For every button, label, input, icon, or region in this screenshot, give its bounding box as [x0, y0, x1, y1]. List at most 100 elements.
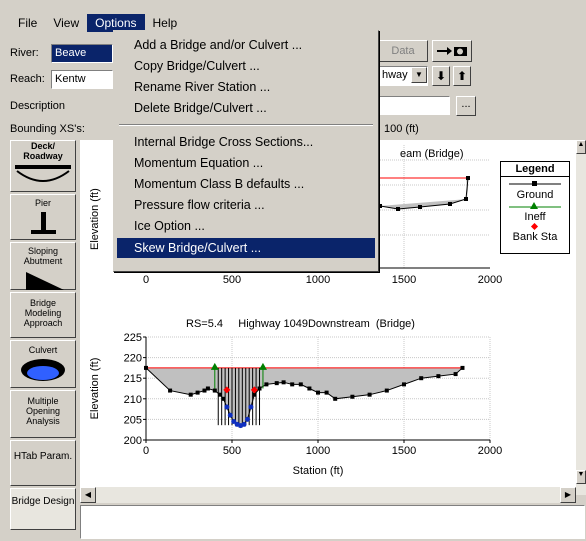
ground-point — [274, 381, 279, 386]
cross-section-chart: 0 500 1000 1500 2000 200 205 210 215 220 225 RS=5.4… — [89, 318, 502, 477]
ground-point — [298, 382, 303, 387]
scroll-up-icon[interactable]: ▲ — [576, 140, 586, 154]
menu-item-add-bridge[interactable]: Add a Bridge and/or Culvert ... — [117, 35, 375, 55]
menu-item-delete-bridge[interactable]: Delete Bridge/Culvert ... — [117, 98, 375, 118]
legend-ground: Ground — [516, 189, 554, 201]
bounding-label: Bounding XS's: — [10, 123, 85, 135]
dropdown-arrow-icon[interactable]: ▼ — [411, 67, 427, 83]
scroll-left-icon[interactable]: ◀ — [80, 487, 96, 503]
ground-point — [419, 376, 424, 381]
menu-item-ice-option[interactable]: Ice Option ... — [117, 216, 375, 236]
ground-point — [316, 390, 320, 395]
x-tick-label: 2000 — [478, 445, 502, 457]
reach-field[interactable]: Kentw — [51, 70, 113, 89]
ground-point — [195, 390, 200, 395]
channel-point — [224, 404, 230, 410]
ground-point — [281, 380, 286, 385]
deck-icon — [15, 165, 71, 182]
pier-button[interactable]: Pier — [10, 194, 76, 240]
arrow-down-icon: ⬇ — [435, 69, 447, 83]
chart-title: RS=5.4 Highway 1049Downstream (Bridge) — [186, 318, 415, 330]
menu-item-rename-station[interactable]: Rename River Station ... — [117, 77, 375, 97]
river-label: River: — [10, 47, 39, 59]
description-label: Description — [10, 100, 66, 112]
top-xtick-1000: 1000 — [306, 274, 330, 286]
reach-dropdown[interactable]: hway ▼ — [378, 66, 428, 86]
scroll-right-icon[interactable]: ▶ — [560, 487, 576, 503]
river-field[interactable]: Beave — [51, 44, 113, 63]
abutment-icon — [26, 272, 64, 290]
x-axis-label: Station (ft) — [293, 465, 344, 477]
legend-title: Legend — [501, 162, 569, 177]
next-up-button[interactable]: ⬆ — [453, 66, 471, 86]
ground-point — [257, 386, 262, 391]
description-more-button[interactable]: ... — [456, 96, 476, 116]
ground-point — [212, 388, 217, 393]
htab-param-button[interactable]: HTab Param. — [10, 440, 76, 486]
ground-point — [460, 365, 465, 370]
ground-point — [384, 388, 389, 393]
ground-point — [453, 372, 458, 377]
top-xtick-0: 0 — [143, 274, 149, 286]
menu-item-internal-sections[interactable]: Internal Bridge Cross Sections... — [117, 132, 375, 152]
top-xtick-1500: 1500 — [392, 274, 416, 286]
ground-point — [264, 382, 269, 387]
y-tick-label: 210 — [124, 394, 142, 406]
y-tick-label: 205 — [124, 414, 142, 426]
menu-view[interactable]: View — [45, 14, 87, 32]
legend-ground-swatch — [509, 181, 561, 186]
culvert-button[interactable]: Culvert — [10, 340, 76, 388]
ground-point — [324, 390, 329, 395]
horizontal-scrollbar[interactable]: ◀ ▶ — [80, 487, 576, 503]
x-tick-label: 1500 — [392, 445, 416, 457]
menu-item-pressure-flow[interactable]: Pressure flow criteria ... — [117, 195, 375, 215]
pier-icon — [31, 212, 56, 234]
message-box — [80, 505, 585, 539]
channel-point — [248, 404, 254, 410]
legend-bank-swatch — [530, 223, 539, 231]
menu-item-skew-bridge[interactable]: Skew Bridge/Culvert ... — [117, 238, 375, 258]
bridge-modeling-approach-button[interactable]: Bridge Modeling Approach — [10, 292, 76, 338]
menu-item-momentum-class-b[interactable]: Momentum Class B defaults ... — [117, 174, 375, 194]
legend-bank-sta: Bank Sta — [512, 231, 558, 243]
top-xtick-500: 500 — [223, 274, 241, 286]
channel-point — [244, 416, 250, 422]
menu-item-momentum-equation[interactable]: Momentum Equation ... — [117, 153, 375, 173]
deck-roadway-button[interactable]: Deck/ Roadway — [10, 140, 76, 192]
vertical-scrollbar[interactable]: ▲ ▼ — [576, 140, 586, 495]
y-tick-label: 215 — [124, 373, 142, 385]
x-tick-label: 500 — [223, 445, 241, 457]
sloping-abutment-button[interactable]: Sloping Abutment — [10, 242, 76, 290]
next-down-button[interactable]: ⬇ — [432, 66, 450, 86]
legend-ineff: Ineff — [524, 211, 546, 223]
description-field[interactable] — [378, 96, 450, 115]
ground-point — [217, 392, 222, 397]
ground-point — [436, 374, 441, 379]
bridge-culvert-editor-window: File View Options Help River: Beave Reac… — [0, 0, 586, 541]
ground-point — [333, 396, 338, 401]
top-plot-title: eam (Bridge) — [400, 148, 464, 160]
legend-ineff-swatch — [509, 202, 561, 209]
bounding-value: 100 (ft) — [384, 123, 419, 135]
menu-file[interactable]: File — [10, 14, 45, 32]
ground-point — [307, 386, 312, 391]
flow-area-fill — [146, 367, 463, 426]
scroll-down-icon[interactable]: ▼ — [576, 470, 586, 484]
top-xtick-2000: 2000 — [478, 274, 502, 286]
ground-point — [367, 392, 372, 397]
y-tick-label: 200 — [124, 435, 142, 447]
menu-item-copy-bridge[interactable]: Copy Bridge/Culvert ... — [117, 56, 375, 76]
culvert-icon — [21, 359, 65, 381]
y-tick-label: 225 — [124, 332, 142, 344]
ground-point — [188, 392, 193, 397]
ground-point — [221, 396, 226, 401]
data-button[interactable]: Data — [378, 40, 428, 62]
bridge-design-button[interactable]: Bridge Design — [10, 488, 76, 530]
arrow-camera-icon — [437, 47, 467, 56]
reach-label: Reach: — [10, 73, 45, 85]
ground-point — [290, 382, 295, 387]
goto-xs-button[interactable] — [432, 40, 472, 62]
ground-point — [168, 388, 173, 393]
multiple-opening-analysis-button[interactable]: Multiple Opening Analysis — [10, 390, 76, 438]
ground-point — [205, 386, 210, 391]
